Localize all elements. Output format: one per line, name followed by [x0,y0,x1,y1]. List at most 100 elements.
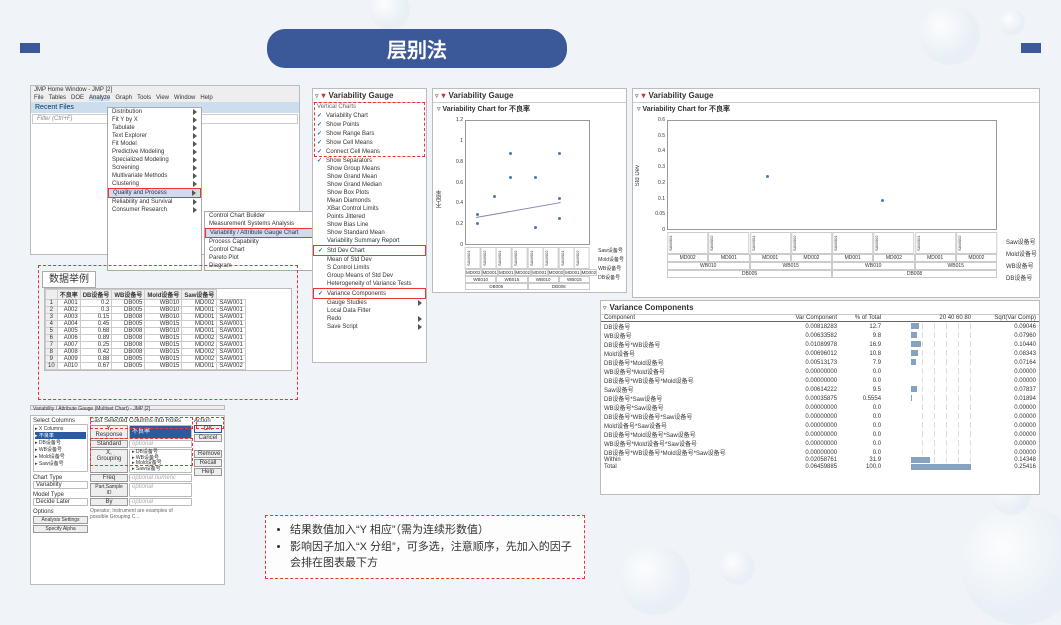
specify-alpha-btn[interactable]: Specify Alpha [33,525,88,533]
vg-menu-title: Variability Gauge [329,91,394,100]
dialog-title: Variability / Attribute Gauge (Multiset … [30,405,225,410]
by-val[interactable]: optional [129,498,192,506]
by-btn[interactable]: By [90,498,128,506]
vgopt-save-script[interactable]: Save Script [313,323,426,331]
vgopt-group-means-of-std-dev[interactable]: Group Means of Std Dev [313,272,426,280]
menubar[interactable]: File Tables DOE Analyze Graph Tools View Window… [31,94,299,102]
analyze-multivariate-methods[interactable]: Multivariate Methods [108,172,201,180]
menu-help[interactable]: Help [200,95,212,101]
vg-menu-triangle[interactable]: ▾ [322,91,326,100]
vg-chart1-title: Variability Gauge [449,91,514,100]
qp-control-chart[interactable]: Control Chart [205,246,323,254]
vgopt-show-grand-mean[interactable]: Show Grand Mean [313,173,426,181]
remove-btn[interactable]: Remove [194,450,222,458]
vgopt-gauge-studies[interactable]: Gauge Studies [313,299,426,307]
menu-analyze[interactable]: Analyze [89,95,110,101]
vgopt-mean-diamonds[interactable]: Mean Diamonds [313,197,426,205]
modeltype-select[interactable]: Decide Later [33,498,88,506]
vgopt-xbar-control-limits[interactable]: XBar Control Limits [313,205,426,213]
menu-file[interactable]: File [34,95,44,101]
charttype-select[interactable]: Variability [33,481,88,489]
data-table-panel: 不良率DB设备号WB设备号Mold设备号Saw设备号1A0010.2DB005W… [44,288,292,371]
analyze-menu[interactable]: DistributionFit Y by XTabulateText Explo… [107,107,202,271]
vgopt-points-jittered[interactable]: Points Jittered [313,213,426,221]
vg-submenu-label: Vertical Charts [313,103,426,111]
menu-view[interactable]: View [156,95,169,101]
chart2-plot [667,120,997,230]
vgopt-variance-components[interactable]: Variance Components [313,288,426,299]
window-titlebar: JMP Home Window - JMP [2] [31,86,299,94]
qp-submenu[interactable]: Control Chart BuilderMeasurement Systems… [204,211,324,271]
analyze-fit-model[interactable]: Fit Model [108,140,201,148]
vgopt-show-grand-median[interactable]: Show Grand Median [313,181,426,189]
vgopt-show-standard-mean[interactable]: Show Standard Mean [313,229,426,237]
analysis-settings-btn[interactable]: Analysis Settings [33,516,88,524]
analyze-consumer-research[interactable]: Consumer Research [108,206,201,214]
standard-val[interactable]: optional [129,440,192,448]
vgopt-connect-cell-means[interactable]: Connect Cell Means [313,147,426,156]
vc-panel: ▿Variance Components ComponentVar Compon… [600,300,1040,495]
part-val[interactable]: optional [129,483,192,497]
vgopt-show-group-means[interactable]: Show Group Means [313,165,426,173]
help-btn[interactable]: Help [194,468,222,476]
vgopt-show-cell-means[interactable]: Show Cell Means [313,138,426,147]
vgopt-redo[interactable]: Redo [313,315,426,323]
menu-window[interactable]: Window [174,95,195,101]
vgopt-variability-summary-report[interactable]: Variability Summary Report [313,237,426,245]
analyze-specialized-modeling[interactable]: Specialized Modeling [108,156,201,164]
x-grouping-vals[interactable]: ▸ DB设备号▸ WB设备号▸ Mold设备号▸ Saw设备号 [129,449,192,473]
standard-btn[interactable]: Standard [90,440,128,448]
analyze-tabulate[interactable]: Tabulate [108,124,201,132]
options-label: Options [33,509,88,515]
cancel-btn[interactable]: Cancel [194,434,222,442]
analyze-quality-and-process[interactable]: Quality and Process [108,188,201,198]
qp-pareto-plot[interactable]: Pareto Plot [205,254,323,262]
vgopt-variability-chart[interactable]: Variability Chart [313,111,426,120]
qp-control-chart-builder[interactable]: Control Chart Builder [205,212,323,220]
analyze-reliability-and-survival[interactable]: Reliability and Survival [108,198,201,206]
analyze-predictive-modeling[interactable]: Predictive Modeling [108,148,201,156]
vgopt-s-control-limits[interactable]: S Control Limits [313,264,426,272]
freq-val[interactable]: optional numeric [129,474,192,482]
page-title: 层别法 [267,29,567,68]
analyze-text-explorer[interactable]: Text Explorer [108,132,201,140]
qp-variability-attribute-gauge-chart[interactable]: Variability / Attribute Gauge Chart [205,228,323,238]
y-response-btn[interactable]: Y, Response [90,425,128,439]
columns-list[interactable]: ▸ X Columns▸ 不良率▸ DB设备号▸ WB设备号▸ Mold设备号▸… [33,424,88,472]
dialog-panel: Select Columns ▸ X Columns▸ 不良率▸ DB设备号▸ … [30,415,225,585]
vgopt-show-separators[interactable]: Show Separators [313,156,426,165]
menu-doe[interactable]: DOE [71,95,84,101]
vgopt-show-box-plots[interactable]: Show Box Plots [313,189,426,197]
recall-btn[interactable]: Recall [194,459,222,467]
analyze-screening[interactable]: Screening [108,164,201,172]
menu-tools[interactable]: Tools [137,95,151,101]
chart-panel-2: ▿▾Variability Gauge ▿ Variability Chart … [632,88,1040,298]
annotation-box: 结果数值加入“Y 相应”（需为连续形数值） 影响因子加入“X 分组”，可多选，注… [265,515,585,579]
data-example-label: 数据举例 [42,270,96,285]
qp-process-capability[interactable]: Process Capability [205,238,323,246]
y-response-val[interactable]: 不良率 [129,425,192,439]
vg-menu[interactable]: ▿▾Variability Gauge Vertical Charts Vari… [312,88,427,363]
vgopt-std-dev-chart[interactable]: Std Dev Chart [313,245,426,256]
x-grouping-btn[interactable]: X, Grouping [90,449,128,473]
vgopt-heterogeneity-of-variance-tests[interactable]: Heterogeneity of Variance Tests [313,280,426,288]
vgopt-show-range-bars[interactable]: Show Range Bars [313,129,426,138]
analyze-fit-y-by-x[interactable]: Fit Y by X [108,116,201,124]
qp-measurement-systems-analysis[interactable]: Measurement Systems Analysis [205,220,323,228]
part-btn[interactable]: Part,Sample ID [90,483,128,497]
annot-line1: 结果数值加入“Y 相应”（需为连续形数值） [290,522,574,539]
menu-tables[interactable]: Tables [49,95,66,101]
qp-diagram[interactable]: Diagram [205,262,323,270]
cast-label: Cast Selected Columns into Roles [90,418,192,424]
vgopt-local-data-filter[interactable]: Local Data Filter [313,307,426,315]
analyze-distribution[interactable]: Distribution [108,108,201,116]
vgopt-mean-of-std-dev[interactable]: Mean of Std Dev [313,256,426,264]
ok-btn[interactable]: OK [194,425,222,433]
chart1-subtitle: Variability Chart for 不良率 [442,106,530,113]
freq-btn[interactable]: Freq [90,474,128,482]
menu-graph[interactable]: Graph [115,95,132,101]
vc-title: Variance Components [610,303,694,312]
vgopt-show-points[interactable]: Show Points [313,120,426,129]
analyze-clustering[interactable]: Clustering [108,180,201,188]
vgopt-show-bias-line[interactable]: Show Bias Line [313,221,426,229]
